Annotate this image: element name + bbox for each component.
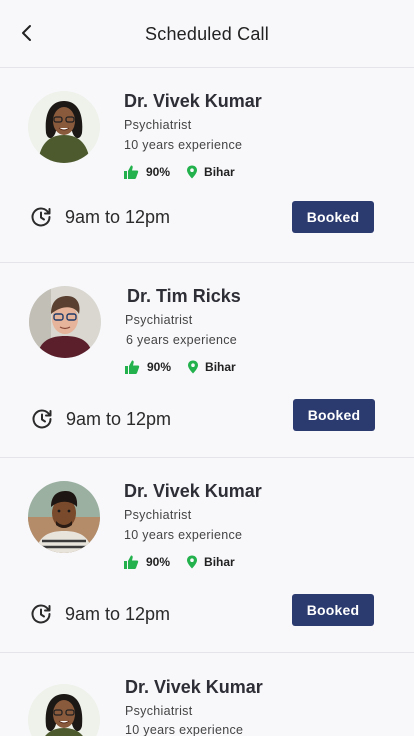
doctor-name: Dr. Tim Ricks	[127, 286, 241, 306]
location-value: Bihar	[204, 165, 235, 179]
booked-button[interactable]: Booked	[292, 594, 374, 626]
location-value: Bihar	[205, 360, 236, 374]
doctor-experience: 6 years experience	[126, 333, 238, 347]
avatar	[29, 286, 101, 358]
booked-button[interactable]: Booked	[293, 399, 375, 431]
location-pin-icon	[187, 555, 198, 569]
time-slot: 9am to 12pm	[30, 205, 170, 229]
doctor-card[interactable]: Dr. Vivek Kumar Psychiatrist 10 years ex…	[0, 661, 414, 736]
time-slot-text: 9am to 12pm	[65, 206, 171, 227]
avatar	[28, 481, 100, 553]
doctor-specialty: Psychiatrist	[125, 313, 193, 327]
time-slot: 9am to 12pm	[31, 407, 171, 431]
doctor-specialty: Psychiatrist	[124, 508, 192, 522]
rating-value: 90%	[147, 360, 172, 374]
location-pin-icon	[187, 165, 198, 179]
app-header: Scheduled Call	[0, 0, 414, 68]
avatar	[28, 91, 100, 163]
doctor-meta: 90% Bihar	[123, 553, 235, 571]
doctor-experience: 10 years experience	[124, 528, 243, 542]
rating-value: 90%	[146, 165, 171, 179]
time-slot: 9am to 12pm	[30, 602, 170, 626]
thumbs-up-icon	[124, 165, 139, 179]
thumbs-up-icon	[125, 360, 140, 374]
doctor-experience: 10 years experience	[124, 138, 243, 152]
clock-refresh-icon	[31, 604, 51, 624]
doctor-name: Dr. Vivek Kumar	[124, 481, 262, 501]
doctor-name: Dr. Vivek Kumar	[125, 677, 263, 697]
doctor-meta: 90% Bihar	[124, 358, 236, 376]
doctor-meta: 90% Bihar	[123, 163, 235, 181]
doctor-specialty: Psychiatrist	[125, 704, 193, 718]
location-pin-icon	[188, 360, 199, 374]
doctor-experience: 10 years experience	[125, 723, 244, 736]
rating-value: 90%	[146, 555, 171, 569]
location-value: Bihar	[204, 555, 235, 569]
avatar	[28, 684, 100, 736]
time-slot-text: 9am to 12pm	[66, 408, 172, 429]
doctor-name: Dr. Vivek Kumar	[124, 91, 262, 111]
doctor-specialty: Psychiatrist	[124, 118, 192, 132]
doctor-card[interactable]: Dr. Vivek Kumar Psychiatrist 10 years ex…	[0, 68, 414, 263]
doctor-card[interactable]: Dr. Vivek Kumar Psychiatrist 10 years ex…	[0, 458, 414, 653]
time-slot-text: 9am to 12pm	[65, 603, 171, 624]
doctor-card[interactable]: Dr. Tim Ricks Psychiatrist 6 years exper…	[0, 263, 414, 458]
booked-button[interactable]: Booked	[292, 201, 374, 233]
page-title: Scheduled Call	[145, 24, 269, 44]
thumbs-up-icon	[124, 555, 139, 569]
clock-refresh-icon	[31, 207, 51, 227]
clock-refresh-icon	[32, 409, 52, 429]
